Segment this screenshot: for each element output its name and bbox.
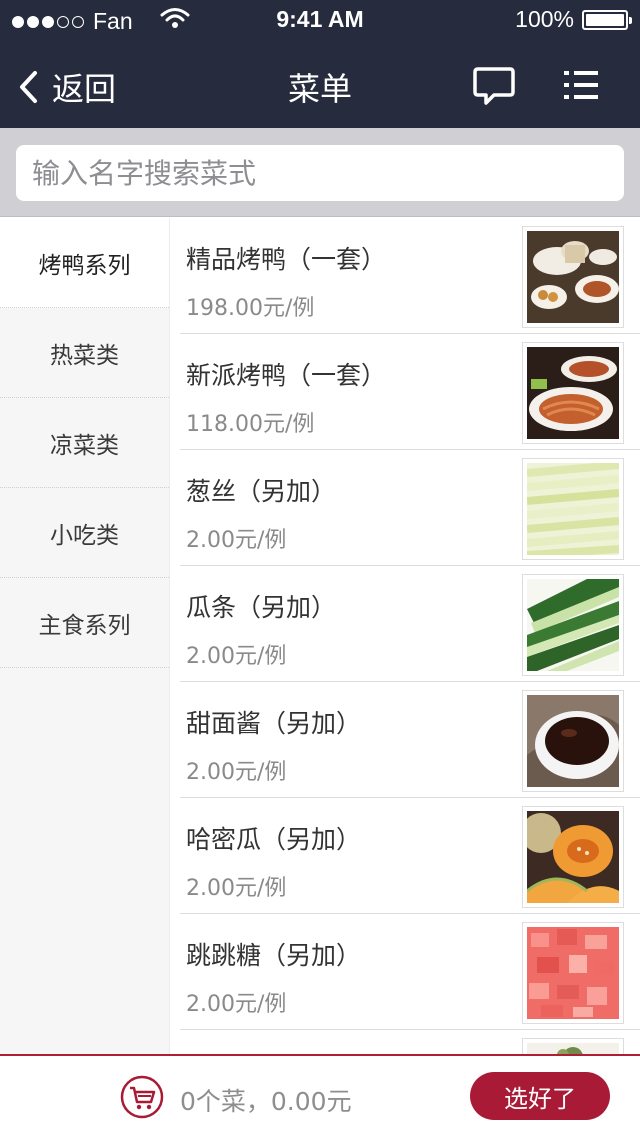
status-bar: Fan 9:41 AM 100%	[0, 0, 640, 40]
category-label: 凉菜类	[50, 432, 119, 459]
header: Fan 9:41 AM 100% 返回 菜单	[0, 0, 640, 128]
done-button[interactable]: 选好了	[470, 1072, 610, 1120]
item-thumbnail	[522, 458, 624, 560]
list-menu-button[interactable]	[562, 68, 600, 106]
item-name: 甜面酱（另加）	[186, 709, 362, 738]
chat-button[interactable]	[472, 66, 516, 110]
item-name: 跳跳糖（另加）	[186, 941, 362, 970]
chat-bubble-icon	[473, 67, 515, 105]
partial-dish-image	[527, 1043, 619, 1054]
page-title: 菜单	[287, 70, 352, 108]
category-label: 热菜类	[50, 342, 119, 369]
category-item-roast-duck[interactable]: 烤鸭系列	[0, 218, 169, 308]
menu-item[interactable]: 哈密瓜（另加） 2.00元/例	[180, 798, 640, 914]
item-price: 2.00元/例	[186, 992, 287, 1017]
cucumber-strips-image	[527, 579, 619, 671]
item-thumbnail	[522, 922, 624, 1024]
item-thumbnail	[522, 574, 624, 676]
search-input[interactable]	[16, 145, 624, 201]
item-price: 2.00元/例	[186, 876, 287, 901]
nav-bar: 返回 菜单	[0, 40, 640, 128]
item-price: 2.00元/例	[186, 528, 287, 553]
menu-item[interactable]	[180, 1030, 640, 1054]
item-name: 新派烤鸭（一套）	[186, 361, 387, 390]
category-item-staples[interactable]: 主食系列	[0, 578, 169, 668]
battery-icon	[582, 9, 632, 30]
list-icon	[564, 71, 598, 99]
menu-item[interactable]: 跳跳糖（另加） 2.00元/例	[180, 914, 640, 1030]
item-thumbnail	[522, 226, 624, 328]
category-label: 烤鸭系列	[38, 252, 131, 279]
category-label: 小吃类	[50, 522, 119, 549]
category-item-hot-dishes[interactable]: 热菜类	[0, 308, 169, 398]
item-name: 瓜条（另加）	[186, 593, 337, 622]
menu-item-list: 精品烤鸭（一套） 198.00元/例 新派烤鸭（一套） 118.00元/例 葱丝…	[180, 218, 640, 1054]
menu-item[interactable]: 葱丝（另加） 2.00元/例	[180, 450, 640, 566]
menu-item[interactable]: 新派烤鸭（一套） 118.00元/例	[180, 334, 640, 450]
cart-summary: 0个菜，0.00元	[180, 1087, 352, 1116]
search-area	[0, 128, 640, 217]
item-thumbnail	[522, 1038, 624, 1054]
scallion-strips-image	[527, 463, 619, 555]
item-thumbnail	[522, 806, 624, 908]
item-thumbnail	[522, 690, 624, 792]
item-name: 精品烤鸭（一套）	[186, 245, 387, 274]
item-price: 198.00元/例	[186, 296, 315, 321]
cart-bar: 0个菜，0.00元 选好了	[0, 1054, 640, 1136]
menu-item[interactable]: 甜面酱（另加） 2.00元/例	[180, 682, 640, 798]
category-item-cold-dishes[interactable]: 凉菜类	[0, 398, 169, 488]
menu-item[interactable]: 瓜条（另加） 2.00元/例	[180, 566, 640, 682]
category-item-snacks[interactable]: 小吃类	[0, 488, 169, 578]
category-sidebar: 烤鸭系列 热菜类 凉菜类 小吃类 主食系列	[0, 218, 170, 1054]
battery-percentage: 100%	[515, 6, 574, 32]
shopping-cart-icon[interactable]	[120, 1075, 164, 1119]
cantaloupe-image	[527, 811, 619, 903]
item-price: 2.00元/例	[186, 760, 287, 785]
item-name: 葱丝（另加）	[186, 477, 337, 506]
item-thumbnail	[522, 342, 624, 444]
popping-candy-image	[527, 927, 619, 1019]
menu-item[interactable]: 精品烤鸭（一套） 198.00元/例	[180, 218, 640, 334]
category-label: 主食系列	[38, 612, 131, 639]
item-price: 2.00元/例	[186, 644, 287, 669]
battery-status: 100%	[515, 6, 632, 33]
sweet-bean-sauce-image	[527, 695, 619, 787]
item-name: 哈密瓜（另加）	[186, 825, 362, 854]
sliced-duck-image	[527, 347, 619, 439]
item-price: 118.00元/例	[186, 412, 315, 437]
roast-duck-set-image	[527, 231, 619, 323]
